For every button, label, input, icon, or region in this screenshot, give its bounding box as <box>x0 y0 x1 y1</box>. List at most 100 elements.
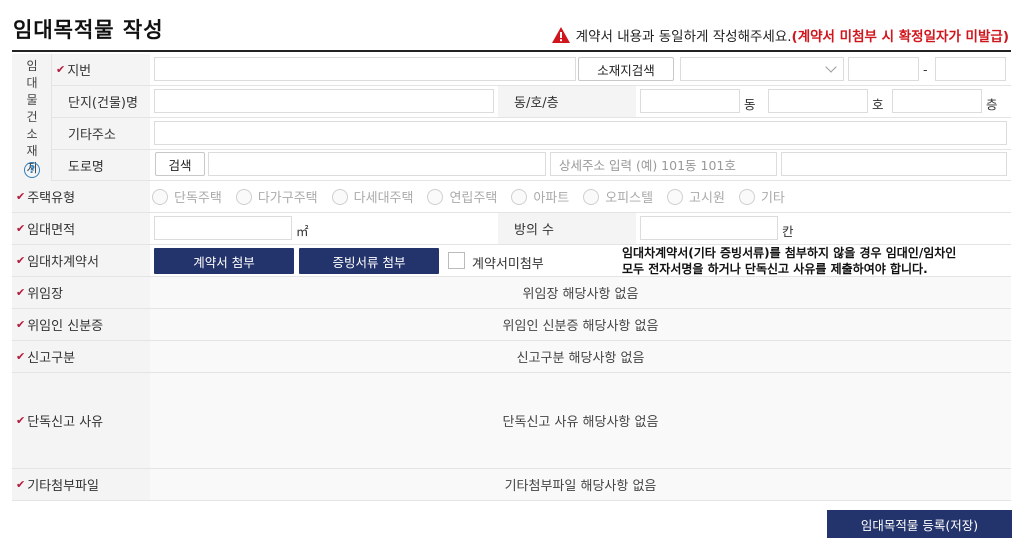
write-notice: 계약서 내용과 동일하게 작성해주세요.(계약서 미첨부 시 확정일자가 미발급… <box>551 25 1009 45</box>
other-files-label: ✔ 기타첨부파일 <box>12 469 150 500</box>
help-icon[interactable]: ? <box>24 162 40 178</box>
road-address-input[interactable] <box>208 152 546 176</box>
required-check-icon: ✔ <box>56 63 66 76</box>
lot-dash: - <box>923 62 928 77</box>
required-check-icon: ✔ <box>16 286 26 299</box>
attach-note-line1: 임대차계약서(기타 증빙서류)를 첨부하지 않을 경우 임대인/임차인 <box>622 246 957 260</box>
radio-circle[interactable] <box>152 188 168 205</box>
delegate-id-label-text: 위임인 신분증 <box>27 319 104 334</box>
required-check-icon: ✔ <box>16 254 26 267</box>
delegate-id-label: ✔ 위임인 신분증 <box>12 309 150 340</box>
lot-main-number-input[interactable] <box>848 57 919 81</box>
required-check-icon: ✔ <box>16 478 26 491</box>
area-input[interactable] <box>154 216 292 240</box>
attach-contract-button[interactable]: 계약서 첨부 <box>154 248 294 274</box>
radio-label: 고시원 <box>689 191 725 206</box>
report-type-label: ✔ 신고구분 <box>12 341 150 372</box>
side-label-char: 재 <box>26 144 38 158</box>
attach-evidence-button[interactable]: 증빙서류 첨부 <box>299 248 439 274</box>
attach-note-line2: 모두 전자서명을 하거나 단독신고 사유를 제출하여야 합니다. <box>622 262 928 276</box>
no-contract-checkbox[interactable] <box>448 252 465 269</box>
radio-label: 아파트 <box>533 191 570 206</box>
housing-type-radio[interactable]: 아파트 <box>511 187 569 206</box>
sole-reason-label: ✔ 단독신고 사유 <box>12 373 150 468</box>
other-files-label-text: 기타첨부파일 <box>27 479 99 494</box>
lot-type-select[interactable] <box>680 57 844 81</box>
sole-reason-value: 단독신고 사유 해당사항 없음 <box>150 373 1011 468</box>
radio-circle[interactable] <box>583 188 600 205</box>
etc-address-input[interactable] <box>154 121 1007 145</box>
chevron-down-icon <box>825 61 837 73</box>
radio-circle[interactable] <box>511 188 528 205</box>
required-check-icon: ✔ <box>16 222 26 235</box>
required-check-icon: ✔ <box>16 190 26 203</box>
dong-unit: 동 <box>744 97 756 112</box>
housing-type-radio[interactable]: 기타 <box>738 187 785 206</box>
housing-type-options: 단독주택 다가구주택 다세대주택 연립주택 아파트 오피스텔 고시원 기타 <box>150 181 1011 212</box>
other-files-value: 기타첨부파일 해당사항 없음 <box>150 469 1011 500</box>
attach-note: 임대차계약서(기타 증빙서류)를 첨부하지 않을 경우 임대인/임차인 모두 전… <box>622 245 956 277</box>
housing-type-label: ✔ 주택유형 <box>12 181 150 212</box>
rental-area-label: ✔ 임대면적 <box>12 213 150 244</box>
row-lease-contract: ✔ 임대차계약서 계약서 첨부 증빙서류 첨부 계약서미첨부 임대차계약서(기타 … <box>12 245 1011 277</box>
delegation-label: ✔ 위임장 <box>12 277 150 308</box>
lot-label-text: 지번 <box>67 64 92 79</box>
rooms-input[interactable] <box>640 216 778 240</box>
road-search-button[interactable]: 검색 <box>155 152 205 176</box>
warning-icon <box>551 27 570 43</box>
row-report-type: ✔ 신고구분 신고구분 해당사항 없음 <box>12 341 1011 373</box>
detail-address-input[interactable]: 상세주소 입력 (예) 101동 101호 <box>550 152 777 176</box>
delegation-value: 위임장 해당사항 없음 <box>150 277 1011 308</box>
side-label-char: 임 <box>26 59 38 73</box>
floor-unit: 층 <box>986 97 998 112</box>
radio-circle[interactable] <box>667 188 684 205</box>
ho-input[interactable] <box>768 89 868 113</box>
register-save-button[interactable]: 임대목적물 등록(저장) <box>827 510 1012 538</box>
side-label-char: 소 <box>26 127 38 141</box>
radio-label: 다가구주택 <box>257 191 318 206</box>
rooms-label: 방의 수 <box>498 213 636 244</box>
address-side-label: 임대물건소재지 ? <box>12 54 52 181</box>
required-check-icon: ✔ <box>16 318 26 331</box>
radio-circle[interactable] <box>738 188 755 205</box>
dong-input[interactable] <box>640 89 740 113</box>
complex-label-text: 단지(건물)명 <box>68 96 138 111</box>
floor-input[interactable] <box>892 89 982 113</box>
housing-type-radio[interactable]: 다가구주택 <box>235 187 318 206</box>
location-search-button[interactable]: 소재지검색 <box>578 57 674 81</box>
rental-area-label-text: 임대면적 <box>27 223 76 238</box>
complex-name-input[interactable] <box>154 89 494 113</box>
row-etc-address: 기타주소 <box>52 118 1011 150</box>
lease-contract-label-text: 임대차계약서 <box>27 255 99 270</box>
radio-circle[interactable] <box>235 188 252 205</box>
road-name-label-text: 도로명 <box>68 159 104 175</box>
ho-unit: 호 <box>872 97 884 112</box>
row-complex-name: 단지(건물)명 동/호/층 동 호 층 <box>52 86 1011 118</box>
lease-contract-label: ✔ 임대차계약서 <box>12 245 150 276</box>
no-contract-label: 계약서미첨부 <box>472 257 544 272</box>
housing-type-radio[interactable]: 단독주택 <box>152 187 222 206</box>
radio-circle[interactable] <box>427 188 444 205</box>
row-delegate-id: ✔ 위임인 신분증 위임인 신분증 해당사항 없음 <box>12 309 1011 341</box>
complex-label: 단지(건물)명 <box>52 86 150 117</box>
detail-address-extra-input[interactable] <box>781 152 1007 176</box>
row-lot-number: ✔ 지번 소재지검색 - <box>52 54 1011 86</box>
housing-type-radio-group: 단독주택 다가구주택 다세대주택 연립주택 아파트 오피스텔 고시원 기타 <box>152 181 799 212</box>
lot-sub-number-input[interactable] <box>935 57 1006 81</box>
sole-reason-label-text: 단독신고 사유 <box>27 415 104 430</box>
radio-label: 기타 <box>760 191 785 206</box>
row-other-attachments: ✔ 기타첨부파일 기타첨부파일 해당사항 없음 <box>12 469 1011 501</box>
dong-ho-floor-label: 동/호/층 <box>498 86 636 117</box>
housing-type-radio[interactable]: 연립주택 <box>427 187 497 206</box>
area-unit: ㎡ <box>296 224 309 239</box>
housing-type-radio[interactable]: 다세대주택 <box>331 187 413 206</box>
radio-circle[interactable] <box>331 188 348 205</box>
lease-contract-value: 계약서 첨부 증빙서류 첨부 계약서미첨부 임대차계약서(기타 증빙서류)를 첨… <box>150 245 1011 276</box>
row-rental-area: ✔ 임대면적 ㎡ 방의 수 칸 <box>12 213 1011 245</box>
housing-type-radio[interactable]: 오피스텔 <box>583 187 653 206</box>
housing-type-radio[interactable]: 고시원 <box>667 187 725 206</box>
lot-address-input[interactable] <box>154 57 576 81</box>
rooms-unit: 칸 <box>782 224 794 239</box>
row-sole-report-reason: ✔ 단독신고 사유 단독신고 사유 해당사항 없음 <box>12 373 1011 469</box>
notice-close-paren: ) <box>1002 29 1009 45</box>
